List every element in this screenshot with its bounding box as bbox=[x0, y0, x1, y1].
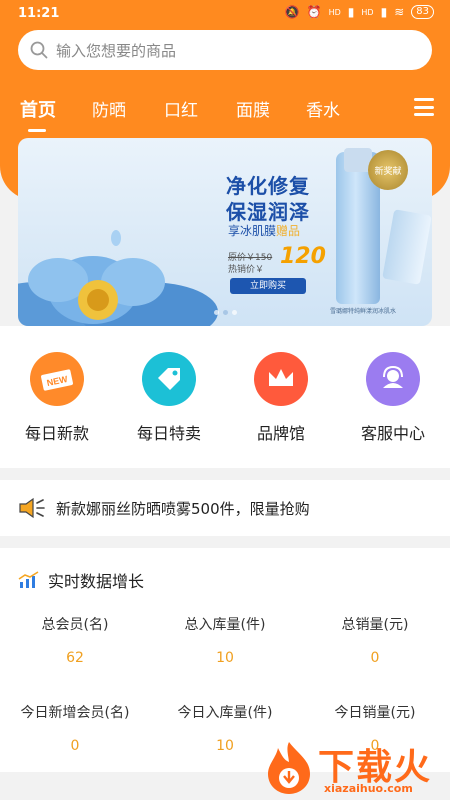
stat-total-stock-in: 总入库量(件) 10 bbox=[150, 614, 300, 666]
stat-label: 总销量(元) bbox=[341, 617, 409, 633]
tab-sunscreen[interactable]: 防晒 bbox=[92, 96, 126, 121]
menu-icon[interactable] bbox=[414, 98, 434, 116]
watermark-logo: 下载火 xiazaihuo.com bbox=[262, 738, 448, 798]
status-icons: 🔕 ⏰ HD ▮ HD ▮ ≋ 83 bbox=[285, 5, 434, 19]
signal-hd-label-2: HD bbox=[361, 7, 374, 17]
banner-title-line2: 保湿润泽 bbox=[226, 200, 310, 224]
banner-gift-highlight: 赠品 bbox=[276, 224, 301, 238]
signal-icon: ▮ bbox=[347, 5, 355, 19]
search-placeholder: 输入您想要的商品 bbox=[56, 41, 177, 60]
carousel-dot-active[interactable] bbox=[223, 310, 228, 315]
stat-value: 62 bbox=[66, 650, 84, 666]
headset-icon bbox=[366, 352, 420, 406]
alarm-icon: ⏰ bbox=[306, 5, 322, 19]
stat-value: 0 bbox=[370, 650, 380, 666]
trend-chart-icon bbox=[18, 571, 39, 588]
stat-value: 0 bbox=[70, 738, 80, 754]
stat-label: 今日新增会员(名) bbox=[20, 705, 130, 721]
product-caption: 雪璐娜特纯鲜漾润冰肌水 bbox=[330, 308, 397, 315]
tab-perfume[interactable]: 香水 bbox=[306, 96, 340, 121]
award-seal: 新奖献 bbox=[368, 150, 408, 190]
stat-label: 总会员(名) bbox=[41, 617, 109, 633]
buy-now-button[interactable]: 立即购买 bbox=[230, 278, 306, 294]
category-brand-hall[interactable]: 品牌馆 bbox=[236, 352, 326, 444]
sale-price-label: 热销价￥ bbox=[228, 265, 265, 275]
watermark-domain: xiazaihuo.com bbox=[324, 782, 413, 795]
new-tag-icon: NEW bbox=[30, 352, 84, 406]
banner-title-line1: 净化修复 bbox=[226, 174, 310, 198]
flame-icon bbox=[268, 742, 310, 794]
search-icon bbox=[30, 41, 48, 59]
flower-illustration bbox=[18, 230, 218, 326]
category-label: 每日特卖 bbox=[136, 424, 201, 443]
announcement-bar[interactable]: 新款娜丽丝防晒喷雾500件，限量抢购 bbox=[0, 480, 450, 536]
signal-hd-label-1: HD bbox=[328, 7, 341, 17]
carousel-dot[interactable] bbox=[214, 310, 219, 315]
stat-value: 10 bbox=[216, 650, 234, 666]
category-daily-sale[interactable]: 每日特卖 bbox=[124, 352, 214, 444]
banner-gift: 享冰肌膜赠品 bbox=[228, 222, 300, 239]
tab-lipstick[interactable]: 口红 bbox=[164, 96, 198, 121]
price-tag-icon bbox=[142, 352, 196, 406]
crown-icon bbox=[254, 352, 308, 406]
announcement-text: 新款娜丽丝防晒喷雾500件，限量抢购 bbox=[56, 499, 310, 518]
category-tabs: 首页 防晒 口红 面膜 香水 bbox=[0, 96, 450, 132]
stat-today-new-members: 今日新增会员(名) 0 bbox=[0, 702, 150, 754]
category-label: 每日新款 bbox=[24, 424, 89, 443]
tab-mask[interactable]: 面膜 bbox=[236, 96, 270, 121]
product-tube-image bbox=[382, 209, 432, 285]
mute-icon: 🔕 bbox=[284, 5, 300, 19]
banner-gift-prefix: 享冰肌膜 bbox=[228, 224, 277, 238]
stat-total-sales: 总销量(元) 0 bbox=[300, 614, 450, 666]
category-new-arrivals[interactable]: NEW 每日新款 bbox=[12, 352, 102, 444]
category-label: 品牌馆 bbox=[256, 424, 305, 443]
status-time: 11:21 bbox=[18, 6, 60, 21]
stats-title: 实时数据增长 bbox=[48, 572, 145, 591]
stat-total-members: 总会员(名) 62 bbox=[0, 614, 150, 666]
stat-label: 总入库量(件) bbox=[184, 617, 266, 633]
sale-price: 120 bbox=[280, 244, 326, 269]
stat-label: 今日销量(元) bbox=[334, 705, 416, 721]
battery-icon: 83 bbox=[411, 5, 434, 19]
promo-banner[interactable]: 净化修复 保湿润泽 享冰肌膜赠品 原价￥150 热销价￥ 120 立即购买 新奖… bbox=[18, 138, 432, 326]
carousel-dot[interactable] bbox=[232, 310, 237, 315]
speaker-icon bbox=[19, 497, 45, 519]
wifi-icon: ≋ bbox=[394, 5, 405, 19]
stats-header: 实时数据增长 bbox=[18, 568, 144, 592]
tab-home[interactable]: 首页 bbox=[20, 96, 56, 132]
signal-icon-2: ▮ bbox=[380, 5, 388, 19]
stat-label: 今日入库量(件) bbox=[177, 705, 273, 721]
carousel-dots bbox=[214, 310, 237, 315]
category-label: 客服中心 bbox=[360, 424, 425, 443]
category-customer-service[interactable]: 客服中心 bbox=[348, 352, 438, 444]
status-bar: 11:21 🔕 ⏰ HD ▮ HD ▮ ≋ 83 bbox=[0, 0, 450, 28]
search-bar[interactable]: 输入您想要的商品 bbox=[18, 30, 432, 70]
